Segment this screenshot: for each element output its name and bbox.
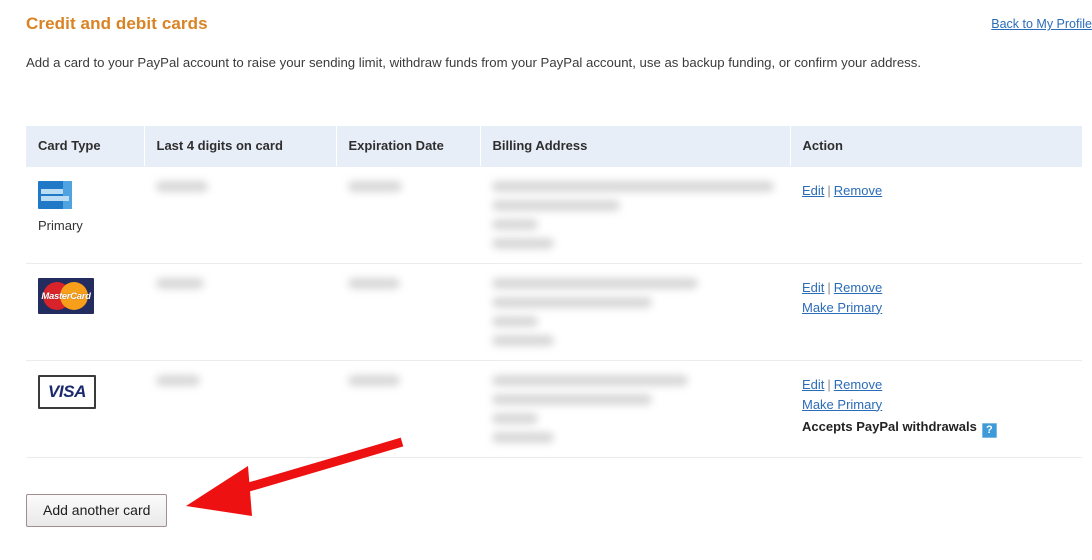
amex-logo-accent (63, 180, 72, 209)
american-express-logo-icon (38, 180, 72, 209)
make-primary-link[interactable]: Make Primary (802, 300, 882, 315)
action-links: Edit | Remove (802, 375, 1082, 395)
redacted-address-line (492, 315, 538, 327)
cell-billing-address (480, 360, 790, 458)
action-links: Edit | Remove (802, 181, 1082, 201)
cards-table-header: Card Type Last 4 digits on card Expirati… (26, 126, 1082, 167)
redacted-address-line (492, 180, 774, 192)
redacted-address-line (492, 374, 688, 386)
cell-last4 (144, 263, 336, 361)
redacted-expiration (348, 277, 400, 289)
action-separator: | (827, 279, 831, 295)
cards-table-body: Primary Edit | Remove MasterCard Edit | … (26, 166, 1082, 458)
table-row: MasterCard Edit | Remove Make Primary (26, 263, 1082, 361)
remove-link[interactable]: Remove (834, 183, 882, 198)
card-logo-wrap (38, 180, 144, 209)
cell-last4 (144, 360, 336, 458)
column-header-action: Action (790, 126, 1082, 167)
table-row: VISA Edit | Remove Make Primary Accepts … (26, 360, 1082, 458)
cell-card-type: VISA (26, 360, 144, 458)
redacted-address-line (492, 296, 652, 308)
remove-link[interactable]: Remove (834, 377, 882, 392)
cell-last4 (144, 166, 336, 264)
help-question-icon[interactable]: ? (981, 422, 997, 438)
visa-wordmark: VISA (47, 381, 87, 401)
redacted-address-line (492, 334, 554, 346)
redacted-last4 (156, 180, 208, 192)
redacted-address-line (492, 218, 538, 230)
cell-action: Edit | Remove Make Primary (790, 263, 1082, 361)
action-separator: | (827, 376, 831, 392)
cell-card-type: MasterCard (26, 263, 144, 361)
edit-link[interactable]: Edit (802, 377, 824, 392)
redacted-expiration (348, 180, 402, 192)
accepts-withdrawals-note: Accepts PayPal withdrawals? (802, 417, 1082, 438)
cell-card-type: Primary (26, 166, 144, 264)
cell-action: Edit | Remove Make Primary Accepts PayPal … (790, 360, 1082, 458)
primary-badge-label: Primary (38, 217, 83, 233)
redacted-address-line (492, 199, 620, 211)
table-row: Primary Edit | Remove (26, 166, 1082, 264)
mastercard-wordmark: MasterCard (41, 290, 91, 302)
action-separator: | (827, 182, 831, 198)
cell-billing-address (480, 166, 790, 264)
column-header-expiration: Expiration Date (336, 126, 481, 167)
table-header-row: Card Type Last 4 digits on card Expirati… (26, 126, 1082, 167)
redacted-address-line (492, 412, 538, 424)
add-another-card-button[interactable]: Add another card (26, 494, 168, 527)
cell-billing-address (480, 263, 790, 361)
redacted-address-line (492, 277, 698, 289)
redacted-address-line (492, 431, 554, 443)
column-header-last4: Last 4 digits on card (144, 126, 337, 167)
visa-logo-icon: VISA (38, 374, 96, 409)
redacted-last4 (156, 277, 204, 289)
cards-table: Card Type Last 4 digits on card Expirati… (26, 126, 1082, 458)
make-primary-row: Make Primary (802, 395, 1082, 415)
page-title: Credit and debit cards (26, 14, 208, 33)
edit-link[interactable]: Edit (802, 280, 824, 295)
accepts-withdrawals-label: Accepts PayPal withdrawals (802, 418, 977, 434)
make-primary-link[interactable]: Make Primary (802, 397, 882, 412)
cell-action: Edit | Remove (790, 166, 1082, 264)
back-to-my-profile-link[interactable]: Back to My Profile (991, 17, 1092, 31)
column-header-card-type: Card Type (26, 126, 145, 167)
mastercard-logo-icon: MasterCard (38, 277, 94, 314)
cell-expiration (336, 360, 480, 458)
intro-description: Add a card to your PayPal account to rai… (26, 55, 922, 70)
cell-expiration (336, 263, 480, 361)
edit-link[interactable]: Edit (802, 183, 824, 198)
redacted-address-line (492, 393, 652, 405)
action-links: Edit | Remove (802, 278, 1082, 298)
column-header-billing: Billing Address (480, 126, 791, 167)
credit-debit-cards-page: Credit and debit cards Back to My Profil… (0, 0, 1092, 560)
remove-link[interactable]: Remove (834, 280, 882, 295)
cell-expiration (336, 166, 480, 264)
redacted-address-line (492, 237, 554, 249)
redacted-expiration (348, 374, 400, 386)
redacted-last4 (156, 374, 200, 386)
make-primary-row: Make Primary (802, 298, 1082, 318)
